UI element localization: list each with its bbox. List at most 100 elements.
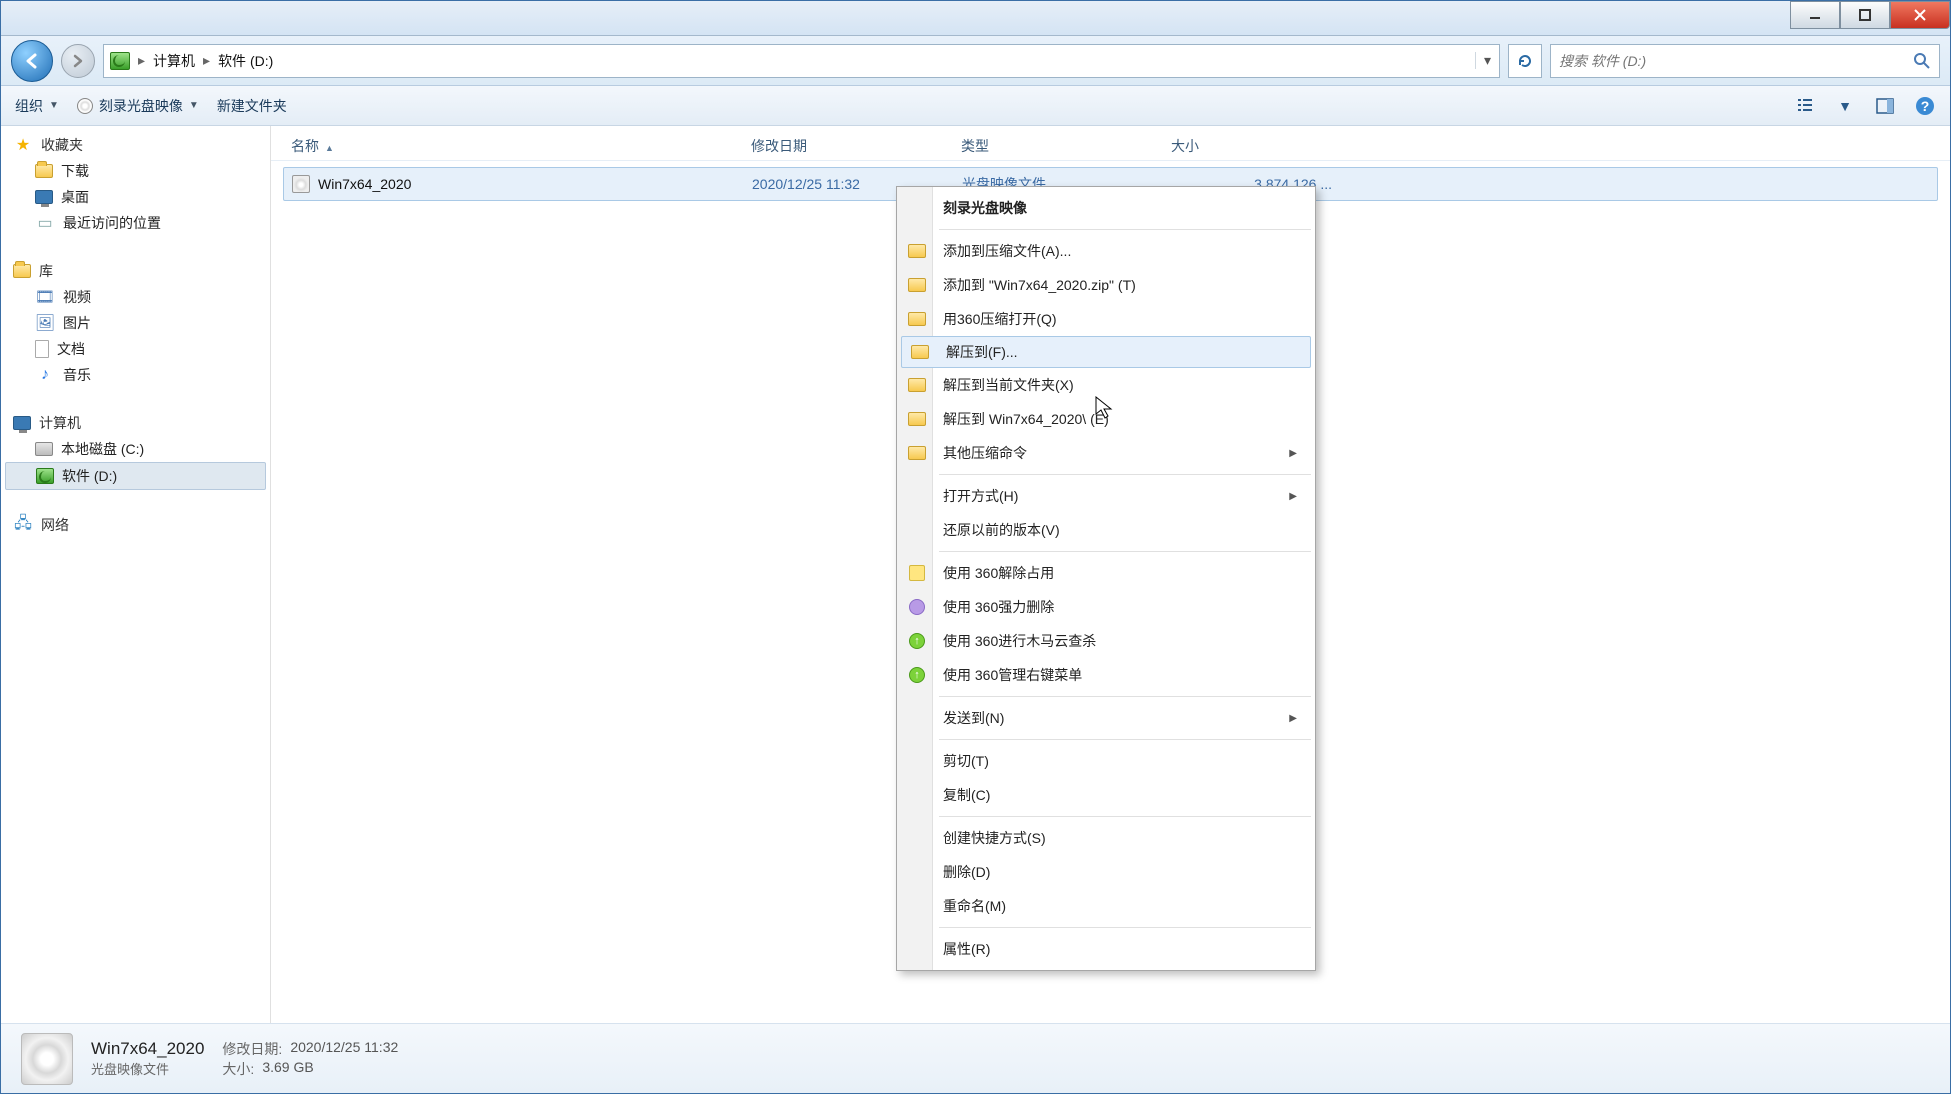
ctx-delete[interactable]: 删除(D): [899, 855, 1313, 889]
details-pane: Win7x64_2020 光盘映像文件 修改日期:2020/12/25 11:3…: [1, 1023, 1950, 1093]
libraries-label: 库: [39, 261, 53, 281]
explorer-window: ▸ 计算机 ▸ 软件 (D:) ▾ 组织▼ 刻录光盘映像▼ 新建文件夹 ▼ ? …: [0, 0, 1951, 1094]
ctx-extract-to[interactable]: 解压到(F)...: [901, 336, 1311, 368]
ctx-label: 解压到当前文件夹(X): [943, 375, 1074, 395]
ctx-restore-prev[interactable]: 还原以前的版本(V): [899, 513, 1313, 547]
context-menu: 刻录光盘映像 添加到压缩文件(A)... 添加到 "Win7x64_2020.z…: [896, 186, 1316, 971]
libraries-header[interactable]: 库: [5, 258, 266, 284]
sidebar-downloads[interactable]: 下载: [5, 158, 266, 184]
ctx-properties[interactable]: 属性(R): [899, 932, 1313, 966]
organize-label: 组织: [15, 96, 43, 116]
details-type: 光盘映像文件: [91, 1059, 204, 1078]
ctx-label: 使用 360管理右键菜单: [943, 665, 1082, 685]
ctx-360-scan[interactable]: ↑ 使用 360进行木马云查杀: [899, 624, 1313, 658]
ctx-extract-here[interactable]: 解压到当前文件夹(X): [899, 368, 1313, 402]
new-folder-button[interactable]: 新建文件夹: [217, 96, 287, 116]
music-icon: ♪: [35, 366, 55, 384]
col-size[interactable]: 大小: [1171, 132, 1331, 160]
ctx-shortcut[interactable]: 创建快捷方式(S): [899, 821, 1313, 855]
ctx-copy[interactable]: 复制(C): [899, 778, 1313, 812]
help-button[interactable]: ?: [1914, 95, 1936, 117]
column-headers: 名称 修改日期 类型 大小: [271, 126, 1950, 161]
sidebar-soft-d[interactable]: 软件 (D:): [5, 462, 266, 490]
ctx-label: 使用 360解除占用: [943, 563, 1054, 583]
file-list-area: 名称 修改日期 类型 大小 Win7x64_2020 2020/12/25 11…: [271, 126, 1950, 1023]
drive-icon: [35, 442, 53, 456]
sidebar-label: 本地磁盘 (C:): [61, 439, 144, 459]
favorites-label: 收藏夹: [41, 135, 83, 155]
search-icon: [1913, 52, 1931, 70]
ctx-label: 还原以前的版本(V): [943, 520, 1060, 540]
unlock-icon: [909, 565, 925, 581]
organize-menu[interactable]: 组织 ▼: [15, 96, 59, 116]
breadcrumb-computer[interactable]: 计算机: [153, 51, 195, 71]
address-bar[interactable]: ▸ 计算机 ▸ 软件 (D:) ▾: [103, 44, 1500, 78]
ctx-extract-folder[interactable]: 解压到 Win7x64_2020\ (E): [899, 402, 1313, 436]
ctx-rename[interactable]: 重命名(M): [899, 889, 1313, 923]
scan-icon: ↑: [909, 633, 925, 649]
iso-large-icon: [21, 1033, 73, 1085]
back-button[interactable]: [11, 40, 53, 82]
dropdown-icon: ▼: [49, 100, 59, 111]
address-dropdown[interactable]: ▾: [1475, 52, 1499, 69]
ctx-cut[interactable]: 剪切(T): [899, 744, 1313, 778]
network-icon: 🖧: [13, 516, 33, 534]
dropdown-icon: ▼: [189, 100, 199, 111]
ctx-label: 其他压缩命令: [943, 443, 1027, 463]
ctx-label: 剪切(T): [943, 751, 989, 771]
breadcrumb-drive[interactable]: 软件 (D:): [218, 51, 273, 71]
burn-image-button[interactable]: 刻录光盘映像▼: [77, 96, 199, 116]
sidebar-label: 软件 (D:): [62, 466, 117, 486]
ctx-360-forcedel[interactable]: 使用 360强力删除: [899, 590, 1313, 624]
ctx-360-manage[interactable]: ↑使用 360管理右键菜单: [899, 658, 1313, 692]
picture-icon: 🖼: [35, 314, 55, 332]
ctx-label: 解压到(F)...: [946, 342, 1018, 362]
ctx-open-360zip[interactable]: 用360压缩打开(Q): [899, 302, 1313, 336]
close-button[interactable]: [1890, 1, 1950, 29]
sidebar-pictures[interactable]: 🖼图片: [5, 310, 266, 336]
sidebar-music[interactable]: ♪音乐: [5, 362, 266, 388]
col-type[interactable]: 类型: [961, 132, 1171, 160]
computer-header[interactable]: 计算机: [5, 410, 266, 436]
preview-pane-button[interactable]: [1874, 95, 1896, 117]
forward-button[interactable]: [61, 44, 95, 78]
desktop-icon: [35, 190, 53, 204]
force-delete-icon: [909, 599, 925, 615]
sidebar-local-c[interactable]: 本地磁盘 (C:): [5, 436, 266, 462]
ctx-other-zip[interactable]: 其他压缩命令: [899, 436, 1313, 470]
search-input[interactable]: [1559, 53, 1913, 69]
computer-icon: [13, 416, 31, 430]
ctx-label: 发送到(N): [943, 708, 1004, 728]
sidebar-videos[interactable]: 🎞视频: [5, 284, 266, 310]
maximize-button[interactable]: [1840, 1, 1890, 29]
view-dropdown[interactable]: ▼: [1834, 95, 1856, 117]
ctx-open-with[interactable]: 打开方式(H): [899, 479, 1313, 513]
ctx-burn[interactable]: 刻录光盘映像: [899, 191, 1313, 225]
ctx-add-zip[interactable]: 添加到 "Win7x64_2020.zip" (T): [899, 268, 1313, 302]
archive-icon: [908, 278, 926, 292]
network-header[interactable]: 🖧网络: [5, 512, 266, 538]
ctx-label: 属性(R): [943, 939, 990, 959]
archive-icon: [908, 446, 926, 460]
details-size-label: 大小:: [222, 1059, 254, 1079]
col-date[interactable]: 修改日期: [751, 132, 961, 160]
ctx-label: 创建快捷方式(S): [943, 828, 1046, 848]
ctx-add-archive[interactable]: 添加到压缩文件(A)...: [899, 234, 1313, 268]
ctx-send-to[interactable]: 发送到(N): [899, 701, 1313, 735]
ctx-360-unlock[interactable]: 使用 360解除占用: [899, 556, 1313, 590]
favorites-header[interactable]: ★收藏夹: [5, 132, 266, 158]
ctx-label: 刻录光盘映像: [943, 198, 1027, 218]
sidebar-desktop[interactable]: 桌面: [5, 184, 266, 210]
iso-file-icon: [292, 175, 310, 193]
computer-label: 计算机: [39, 413, 81, 433]
view-options-button[interactable]: [1794, 95, 1816, 117]
ctx-label: 使用 360进行木马云查杀: [943, 631, 1096, 651]
new-folder-label: 新建文件夹: [217, 96, 287, 116]
sidebar-recent[interactable]: ▭最近访问的位置: [5, 210, 266, 236]
refresh-button[interactable]: [1508, 44, 1542, 78]
search-box[interactable]: [1550, 44, 1940, 78]
col-name[interactable]: 名称: [291, 132, 751, 160]
sidebar-documents[interactable]: 文档: [5, 336, 266, 362]
minimize-button[interactable]: [1790, 1, 1840, 29]
details-title: Win7x64_2020: [91, 1039, 204, 1059]
